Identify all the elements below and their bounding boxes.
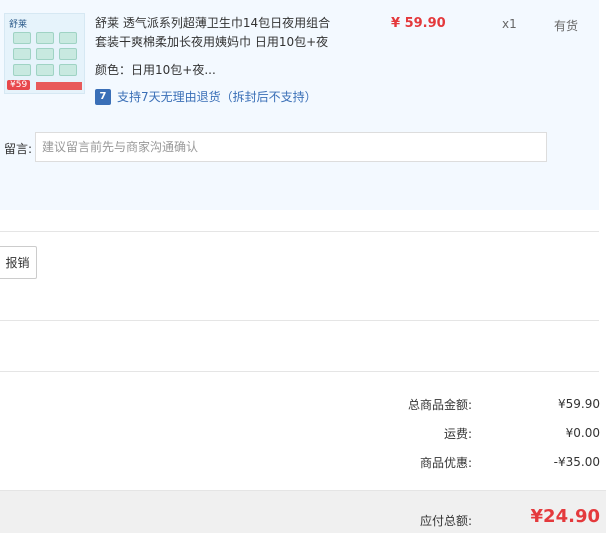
return-policy-text: 支持7天无理由退货（拆封后不支持）	[117, 90, 317, 104]
brand-logo: 舒莱	[9, 20, 28, 30]
summary-row-shipping: 运费: ¥0.00	[300, 423, 600, 443]
product-quantity: x1	[502, 17, 517, 31]
divider	[0, 231, 599, 232]
spec-value: 日用10包+夜...	[131, 63, 216, 77]
thumbnail-price-tag: ¥59	[7, 80, 31, 90]
summary-value: ¥0.00	[565, 426, 600, 440]
total-bar: 应付总额: ¥24.90	[0, 490, 606, 533]
product-spec: 颜色：日用10包+夜...	[95, 61, 216, 78]
summary-value: -¥35.00	[553, 455, 600, 469]
total-label: 应付总额:	[419, 514, 472, 528]
total-amount: ¥24.90	[530, 506, 600, 527]
message-input[interactable]	[35, 132, 547, 162]
reimburse-button[interactable]: 报销	[0, 246, 37, 279]
summary-label: 运费:	[443, 426, 472, 441]
summary-value: ¥59.90	[558, 397, 600, 411]
summary-label: 商品优惠:	[419, 455, 472, 470]
divider	[0, 320, 599, 321]
product-price: ¥ 59.90	[391, 16, 446, 31]
return-policy: 7 支持7天无理由退货（拆封后不支持）	[95, 88, 317, 105]
summary-row-goods-total: 总商品金额: ¥59.90	[300, 394, 600, 414]
summary-label: 总商品金额:	[407, 397, 472, 412]
divider	[0, 371, 599, 372]
summary-row-discount: 商品优惠: -¥35.00	[300, 452, 600, 472]
order-confirmation-page: 舒莱 ¥59 舒莱 透气派系列超薄卫生巾14包日夜用组合套装干爽棉柔加长夜用姨妈…	[0, 0, 606, 533]
seven-day-return-icon: 7	[95, 88, 111, 105]
message-label: 留言:	[4, 142, 33, 156]
product-thumbnail[interactable]: 舒莱 ¥59	[4, 13, 85, 94]
thumbnail-banner	[36, 82, 82, 90]
spec-label: 颜色：	[95, 63, 132, 77]
product-item-panel: 舒莱 ¥59 舒莱 透气派系列超薄卫生巾14包日夜用组合套装干爽棉柔加长夜用姨妈…	[0, 0, 599, 210]
product-title[interactable]: 舒莱 透气派系列超薄卫生巾14包日夜用组合套装干爽棉柔加长夜用姨妈巾 日用10包…	[95, 14, 339, 52]
product-image-pattern	[13, 32, 79, 78]
stock-status: 有货	[554, 19, 579, 33]
